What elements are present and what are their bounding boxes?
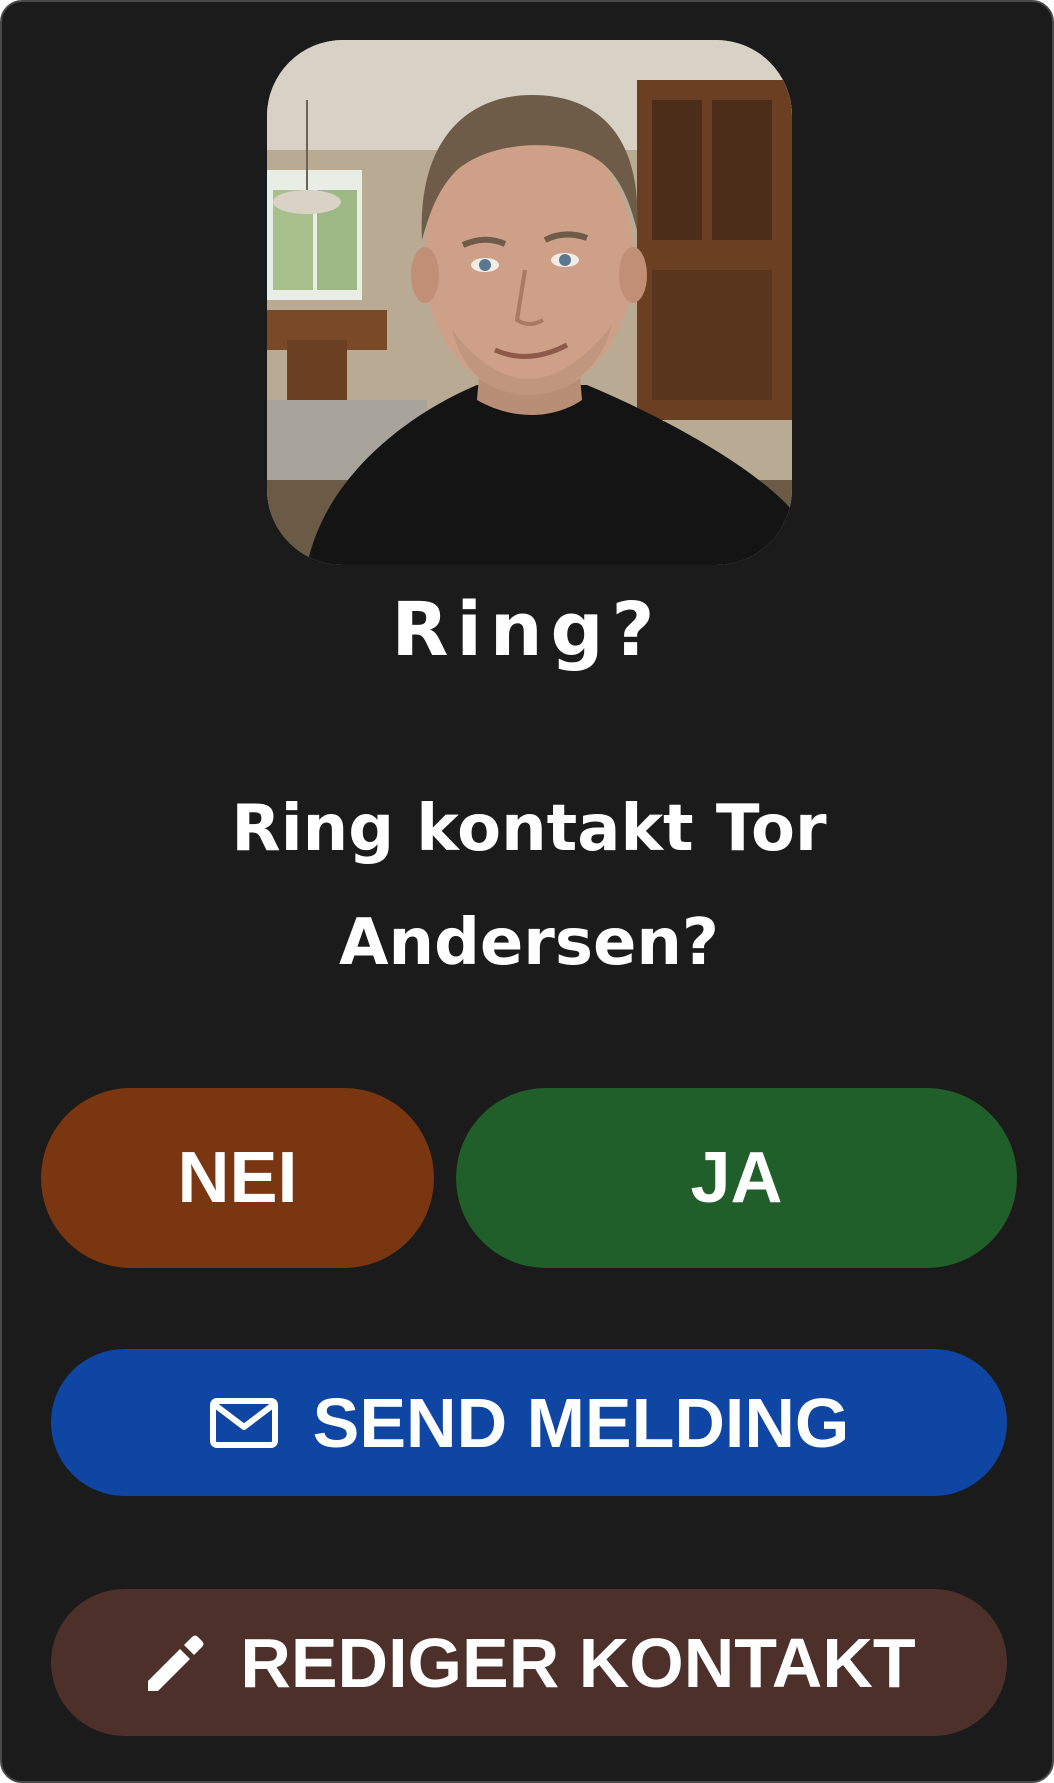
yes-button-label: JA: [690, 1138, 783, 1218]
send-message-button[interactable]: SEND MELDING: [51, 1349, 1007, 1496]
no-button[interactable]: NEI: [41, 1088, 434, 1268]
pencil-icon: [142, 1631, 206, 1695]
yes-button[interactable]: JA: [456, 1088, 1017, 1268]
call-confirm-dialog: Ring? Ring kontakt Tor Andersen? NEI JA …: [0, 0, 1054, 1783]
mail-icon: [209, 1397, 279, 1449]
edit-contact-button[interactable]: REDIGER KONTAKT: [51, 1589, 1007, 1736]
contact-photo: [267, 40, 792, 565]
contact-photo-image: [267, 40, 792, 565]
dialog-title: Ring?: [391, 587, 663, 673]
no-button-label: NEI: [177, 1138, 298, 1218]
dialog-message: Ring kontakt Tor Andersen?: [231, 792, 827, 980]
send-message-label: SEND MELDING: [312, 1383, 850, 1462]
edit-contact-label: REDIGER KONTAKT: [240, 1623, 916, 1702]
